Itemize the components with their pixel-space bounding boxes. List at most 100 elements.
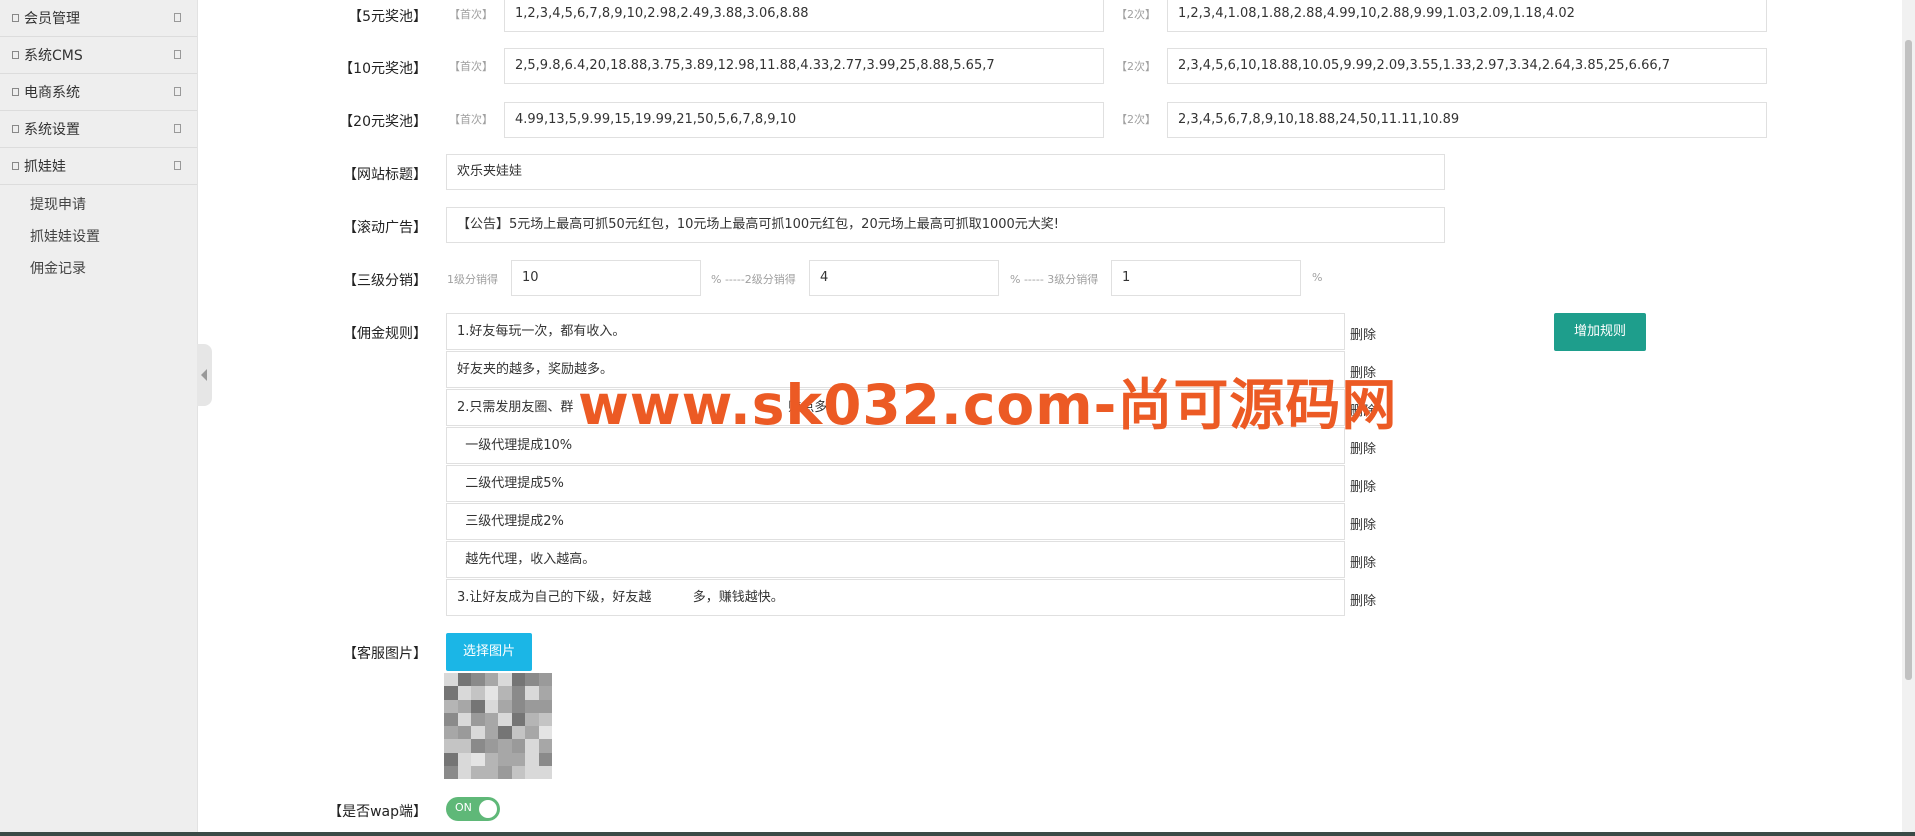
- service-image-label: 【客服图片】: [343, 646, 427, 662]
- mosaic-pixel: [457, 712, 471, 726]
- mosaic-pixel: [484, 686, 498, 700]
- mosaic-pixel: [525, 726, 539, 740]
- mosaic-pixel: [457, 765, 471, 779]
- pool-5-first-input[interactable]: 1,2,3,4,5,6,7,8,9,10,2.98,2.49,3.88,3.06…: [504, 0, 1104, 32]
- commission-rule-input[interactable]: 1.好友每玩一次，都有收入。: [446, 313, 1345, 350]
- pool-10-first-hint: 【首次】: [449, 60, 493, 73]
- percent-sign: %: [1312, 271, 1323, 284]
- menu-icon: [12, 14, 19, 22]
- mosaic-pixel: [457, 752, 471, 766]
- distribution-label: 【三级分销】: [343, 273, 427, 289]
- menu-icon: [12, 51, 19, 59]
- mosaic-pixel: [511, 739, 525, 753]
- pool-20-second-hint: 【2次】: [1116, 113, 1156, 126]
- mosaic-pixel: [525, 686, 539, 700]
- watermark: www.sk032.com-尚可源码网: [578, 373, 1398, 437]
- menu-icon: [12, 162, 19, 170]
- level1-input[interactable]: 10: [511, 260, 701, 296]
- chevron-icon: [174, 87, 181, 96]
- commission-label: 【佣金规则】: [343, 326, 427, 342]
- mosaic-pixel: [457, 673, 471, 687]
- scrollbar-thumb[interactable]: [1905, 40, 1912, 680]
- pool-10-first-input[interactable]: 2,5,9.8,6.4,20,18.88,3.75,3.89,12.98,11.…: [504, 48, 1104, 84]
- sidebar-item-label: 系统设置: [24, 122, 80, 138]
- mosaic-pixel: [471, 712, 485, 726]
- pool-20-second-input[interactable]: 2,3,4,5,6,7,8,9,10,18.88,24,50,11.11,10.…: [1167, 102, 1767, 138]
- mosaic-pixel: [538, 712, 552, 726]
- mosaic-pixel: [471, 752, 485, 766]
- mosaic-pixel: [484, 726, 498, 740]
- commission-rule-input[interactable]: 三级代理提成2%: [446, 503, 1345, 540]
- level3-hint: % ----- 3级分销得: [1010, 273, 1099, 286]
- mosaic-pixel: [525, 712, 539, 726]
- commission-rule-input[interactable]: 越先代理，收入越高。: [446, 541, 1345, 578]
- sidebar-item-label: 会员管理: [24, 11, 80, 27]
- mosaic-pixel: [525, 752, 539, 766]
- pool-5-first-hint: 【首次】: [449, 8, 493, 21]
- mosaic-pixel: [538, 765, 552, 779]
- mosaic-pixel: [511, 765, 525, 779]
- delete-rule-button[interactable]: 删除: [1350, 438, 1376, 457]
- sidebar-item-claw[interactable]: 抓娃娃: [0, 148, 197, 185]
- mosaic-pixel: [444, 752, 458, 766]
- choose-image-button[interactable]: 选择图片: [446, 633, 532, 671]
- mosaic-pixel: [498, 673, 512, 687]
- mosaic-pixel: [444, 739, 458, 753]
- delete-rule-button[interactable]: 删除: [1350, 552, 1376, 571]
- sidebar-collapse-handle[interactable]: [197, 344, 212, 406]
- mosaic-pixel: [484, 765, 498, 779]
- mosaic-pixel: [444, 673, 458, 687]
- sidebar-item-settings[interactable]: 系统设置: [0, 111, 197, 148]
- wap-toggle[interactable]: ON: [446, 797, 500, 821]
- mosaic-pixel: [511, 712, 525, 726]
- delete-rule-button[interactable]: 删除: [1350, 324, 1376, 343]
- mosaic-pixel: [484, 699, 498, 713]
- mosaic-pixel: [525, 699, 539, 713]
- pool-5-label: 【5元奖池】: [348, 9, 427, 25]
- mosaic-pixel: [444, 712, 458, 726]
- chevron-icon: [174, 161, 181, 170]
- commission-rule-input[interactable]: 二级代理提成5%: [446, 465, 1345, 502]
- menu-icon: [12, 125, 19, 133]
- scroll-ad-input[interactable]: 【公告】5元场上最高可抓50元红包，10元场上最高可抓100元红包，20元场上最…: [446, 207, 1445, 243]
- scrollbar[interactable]: [1902, 0, 1915, 836]
- add-rule-button[interactable]: 增加规则: [1554, 313, 1646, 351]
- mosaic-pixel: [538, 752, 552, 766]
- delete-rule-button[interactable]: 删除: [1350, 590, 1376, 609]
- pool-20-first-input[interactable]: 4.99,13,5,9.99,15,19.99,21,50,5,6,7,8,9,…: [504, 102, 1104, 138]
- mosaic-pixel: [538, 726, 552, 740]
- level3-input[interactable]: 1: [1111, 260, 1301, 296]
- sidebar-subitem-claw-settings[interactable]: 抓娃娃设置: [0, 221, 197, 253]
- commission-rule-input[interactable]: 3.让好友成为自己的下级，好友越 多，赚钱越快。: [446, 579, 1345, 616]
- mosaic-pixel: [538, 673, 552, 687]
- menu-icon: [12, 88, 19, 96]
- site-title-input[interactable]: 欢乐夹娃娃: [446, 154, 1445, 190]
- mosaic-pixel: [511, 699, 525, 713]
- sidebar-subitem-withdraw[interactable]: 提现申请: [0, 189, 197, 221]
- mosaic-pixel: [444, 726, 458, 740]
- pool-5-second-input[interactable]: 1,2,3,4,1.08,1.88,2.88,4.99,10,2.88,9.99…: [1167, 0, 1767, 32]
- mosaic-pixel: [498, 752, 512, 766]
- level1-hint: 1级分销得: [447, 273, 498, 286]
- site-title-label: 【网站标题】: [343, 167, 427, 183]
- mosaic-pixel: [457, 739, 471, 753]
- mosaic-pixel: [498, 699, 512, 713]
- mosaic-pixel: [471, 726, 485, 740]
- sidebar-item-cms[interactable]: 系统CMS: [0, 37, 197, 74]
- sidebar-item-ecommerce[interactable]: 电商系统: [0, 74, 197, 111]
- level2-input[interactable]: 4: [809, 260, 999, 296]
- delete-rule-button[interactable]: 删除: [1350, 476, 1376, 495]
- delete-rule-button[interactable]: 删除: [1350, 514, 1376, 533]
- mosaic-pixel: [444, 699, 458, 713]
- mosaic-pixel: [498, 739, 512, 753]
- sidebar-item-label: 抓娃娃: [24, 159, 66, 175]
- mosaic-pixel: [538, 739, 552, 753]
- mosaic-pixel: [444, 686, 458, 700]
- sidebar-subitem-commission-log[interactable]: 佣金记录: [0, 253, 197, 285]
- mosaic-pixel: [498, 765, 512, 779]
- pool-10-second-input[interactable]: 2,3,4,5,6,10,18.88,10.05,9.99,2.09,3.55,…: [1167, 48, 1767, 84]
- sidebar-item-member[interactable]: 会员管理: [0, 0, 197, 37]
- pool-5-second-hint: 【2次】: [1116, 8, 1156, 21]
- mosaic-pixel: [457, 699, 471, 713]
- mosaic-pixel: [498, 726, 512, 740]
